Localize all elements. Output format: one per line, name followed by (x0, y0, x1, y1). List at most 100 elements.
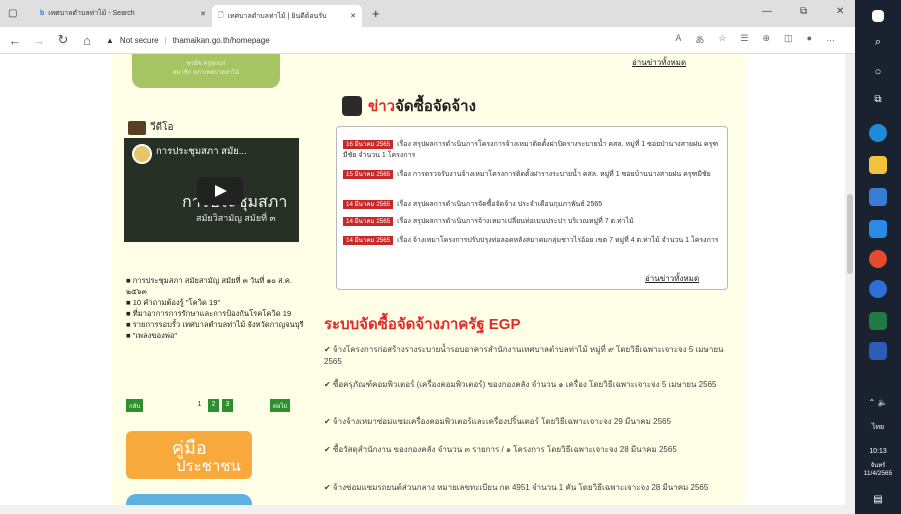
url-field[interactable]: ▲ Not secure | thamaikan.go.th/homepage (106, 36, 270, 45)
news-date: 14 มีนาคม 2565 (343, 200, 394, 209)
security-label: Not secure (119, 35, 159, 45)
next-button[interactable]: ต่อไป (270, 399, 291, 412)
language-indicator[interactable]: ไทย (855, 422, 901, 433)
task-view-icon[interactable]: ⧉ (855, 94, 901, 105)
close-tab-icon[interactable]: ✕ (200, 10, 206, 18)
tray-icons[interactable]: ⌃ 🔈 (855, 398, 901, 407)
new-tab-button[interactable]: + (372, 6, 380, 21)
news-item[interactable]: 14 มีนาคม 2565 เรื่อง จ้างเหมาโครงการปรับ… (343, 235, 721, 246)
video-link-text: รายการรอบรั้ว เทศบาลตำบลท่าไม้ จังหวัดกา… (132, 320, 304, 329)
bing-icon: b (40, 10, 45, 17)
excel-icon[interactable] (869, 312, 887, 330)
left-column: พรมิ่ช ครูสุกแก่ สมาชิก สภาเทศบาลท่าไม้ … (112, 54, 307, 505)
windows-icon[interactable] (872, 10, 884, 22)
vertical-scrollbar[interactable] (845, 54, 855, 505)
video-pager: กลับ 1 2 3 ต่อไป (126, 399, 296, 413)
refresh-icon[interactable]: ↻ (54, 32, 72, 48)
video-link[interactable]: ■ การประชุมสภา สมัยสามัญ สมัยที่ ๓ วันที… (126, 275, 304, 297)
news-item[interactable]: 16 มีนาคม 2565 เรื่อง สรุปผลการดำเนินการโ… (343, 139, 721, 161)
prev-button[interactable]: กลับ (126, 399, 144, 412)
translate-icon[interactable]: あ (695, 33, 704, 46)
cart-icon (342, 96, 362, 116)
clock-time[interactable]: 10:13 (855, 448, 901, 455)
word-icon[interactable] (869, 342, 887, 360)
news-item[interactable]: 14 มีนาคม 2565 เรื่อง สรุปผลการดำเนินการจ… (343, 216, 721, 227)
video-player[interactable]: การประชุมสภา สมัย... การประชุมสภา สมัยวิ… (124, 138, 299, 242)
menu-icon[interactable]: … (826, 33, 835, 46)
maximize-button[interactable]: ⧉ (800, 6, 807, 17)
page-1[interactable]: 1 (194, 399, 205, 412)
citizen-manual-banner[interactable]: คู่มือ ประชาชน (126, 431, 252, 479)
tab-actions-icon[interactable]: ▢ (8, 8, 17, 19)
explorer-icon[interactable] (869, 156, 887, 174)
egp-item[interactable]: ✔ จ้างจ้างเหมาซ่อมแซมเครื่องคอมพิวเตอร์แ… (324, 416, 736, 428)
news-date: 15 มีนาคม 2565 (343, 170, 394, 179)
play-button[interactable] (197, 177, 243, 205)
search-icon[interactable]: ⌕ (855, 36, 901, 49)
cortana-icon[interactable]: ○ (855, 66, 901, 78)
store-icon[interactable] (869, 188, 887, 206)
favorites-icon[interactable]: ☰ (740, 33, 748, 46)
egp-item[interactable]: ✔ จ้างซ่อมแซมรถยนต์ส่วนกลาง หมายเลขทะเบี… (324, 482, 736, 494)
member-name: พรมิ่ช ครูสุกแก่ (186, 61, 226, 67)
heading-black: จัดซื้อจัดจ้าง (395, 98, 476, 115)
second-banner[interactable] (126, 494, 252, 505)
news-text: เรื่อง จ้างเหมาโครงการปรับปรุงท่อลอดหลัง… (397, 237, 719, 244)
collections-icon[interactable]: ⊕ (763, 33, 771, 46)
page-3[interactable]: 3 (222, 399, 233, 412)
news-item[interactable]: 14 มีนาคม 2565 เรื่อง สรุปผลการดำเนินการจ… (343, 199, 721, 210)
page-2[interactable]: 2 (208, 399, 219, 412)
egp-item[interactable]: ✔ จ้างโครงการก่อสร้างรางระบายน้ำรอบอาคาร… (324, 344, 736, 368)
tab-title: เทศบาลตำบลท่าไม้ - Search (48, 10, 135, 17)
egp-heading: ระบบจัดซื้อจัดจ้างภาครัฐ EGP (324, 316, 521, 333)
chrome-icon[interactable] (869, 250, 887, 268)
member-role: สมาชิก สภาเทศบาลท่าไม้ (172, 70, 240, 76)
forward-icon[interactable]: → (30, 33, 48, 48)
video-overlay-subtitle: สมัยวิสามัญ สมัยที่ ๓ (196, 213, 276, 223)
windows-sidebar: ⌕ ○ ⧉ ⌃ 🔈 ไทย 10:13 จันทร์ 11/4/2565 ▤ (855, 0, 901, 514)
close-window-button[interactable]: ✕ (836, 6, 844, 17)
news-date: 14 มีนาคม 2565 (343, 236, 394, 245)
page-content: พรมิ่ช ครูสุกแก่ สมาชิก สภาเทศบาลท่าไม้ … (112, 54, 745, 505)
news-text: เรื่อง สรุปผลการดำเนินการโครงการจ้างเหมา… (343, 141, 719, 159)
video-link[interactable]: ■ ที่มาอาการการรักษาและการป้องกันโรคโควิ… (126, 308, 304, 319)
clock-date: 11/4/2565 (863, 470, 893, 477)
tab-homepage[interactable]: 🗋 เทศบาลตำบลท่าไม้ | ยินดีต้อนรับ ✕ (212, 5, 362, 27)
page-viewport: พรมิ่ช ครูสุกแก่ สมาชิก สภาเทศบาลท่าไม้ … (0, 54, 845, 505)
profile-icon[interactable]: ● (807, 33, 812, 46)
video-link[interactable]: ■ 10 คำถามต้องรู้ "โควิด 19" (126, 297, 304, 308)
news-text: เรื่อง การตรวจรับงานจ้างเหมาโครงการติดตั… (397, 171, 711, 178)
home-icon[interactable]: ⌂ (78, 33, 96, 48)
egp-item[interactable]: ✔ ซื้อวัสดุสำนักงาน ของกองคลัง จำนวน ๓ ร… (324, 444, 736, 456)
mail-icon[interactable] (869, 220, 887, 238)
notifications-icon[interactable]: ▤ (855, 494, 901, 505)
minimize-button[interactable]: — (762, 6, 772, 17)
favorite-icon[interactable]: ☆ (718, 33, 726, 46)
video-link[interactable]: ■ "เพลงของพ่อ" (126, 330, 304, 341)
tab-bar: ▢ b เทศบาลตำบลท่าไม้ - Search ✕ 🗋 เทศบาล… (0, 0, 855, 27)
warning-icon: ▲ (106, 35, 114, 45)
ie-icon[interactable] (869, 280, 887, 298)
procurement-news-box: 16 มีนาคม 2565 เรื่อง สรุปผลการดำเนินการโ… (336, 126, 728, 290)
address-bar: ← → ↻ ⌂ ▲ Not secure | thamaikan.go.th/h… (0, 27, 855, 54)
video-link[interactable]: ■ รายการรอบรั้ว เทศบาลตำบลท่าไม้ จังหวัด… (126, 319, 304, 330)
read-aloud-icon[interactable]: A (675, 33, 681, 46)
read-all-news-link[interactable]: อ่านข่าวทั้งหมด (645, 272, 699, 285)
egp-item[interactable]: ✔ ซื้อครุภัณฑ์คอมพิวเตอร์ (เครื่องคอมพิว… (324, 379, 736, 391)
close-tab-icon[interactable]: ✕ (350, 12, 356, 20)
edge-icon[interactable] (869, 124, 887, 142)
extensions-icon[interactable]: ◫ (784, 33, 793, 46)
url-text: thamaikan.go.th/homepage (172, 35, 270, 45)
procurement-heading: ข่าว จัดซื้อจัดจ้าง (342, 94, 476, 118)
back-icon[interactable]: ← (6, 33, 24, 48)
film-icon (128, 120, 146, 135)
tab-search[interactable]: b เทศบาลตำบลท่าไม้ - Search ✕ (34, 3, 212, 25)
banner-line2: ประชาชน (176, 458, 241, 475)
read-all-top-link[interactable]: อ่านข่าวทั้งหมด (632, 56, 686, 69)
news-item[interactable]: 15 มีนาคม 2565 เรื่อง การตรวจรับงานจ้างเห… (343, 169, 721, 180)
video-link-text: 10 คำถามต้องรู้ "โควิด 19" (132, 298, 221, 307)
horizontal-scrollbar[interactable] (0, 505, 855, 514)
member-card: พรมิ่ช ครูสุกแก่ สมาชิก สภาเทศบาลท่าไม้ (132, 54, 280, 88)
news-text: เรื่อง สรุปผลการดำเนินการจ้างเหมาเปลี่ยน… (397, 218, 634, 225)
scroll-thumb[interactable] (847, 194, 853, 274)
